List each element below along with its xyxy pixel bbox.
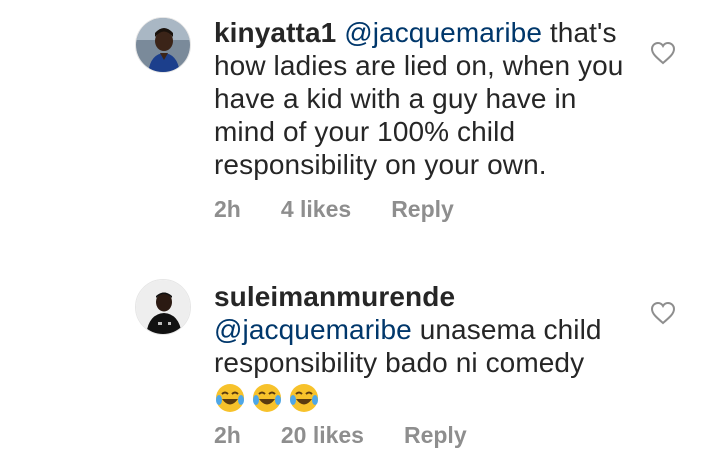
comment-likes[interactable]: 20 likes [281,422,364,449]
profile-photo-icon [136,280,190,334]
laughing-emoji-icon [290,383,318,412]
like-heart-icon[interactable] [650,301,676,325]
avatar[interactable] [135,17,191,73]
comment-meta: 2h 20 likes Reply [214,422,507,449]
profile-photo-icon [136,18,190,72]
mention-link[interactable]: @jacquemaribe [214,314,412,345]
comment-username[interactable]: suleimanmurende [214,281,455,312]
comment-likes[interactable]: 4 likes [281,196,351,223]
emoji-row [214,380,325,412]
comment-item: kinyatta1 @jacquemaribe that's how ladie… [0,0,720,240]
comment-text: kinyatta1 @jacquemaribe that's how ladie… [214,16,624,181]
comment-username[interactable]: kinyatta1 [214,17,336,48]
laughing-emoji-icon [253,383,281,412]
comment-time: 2h [214,196,241,222]
laughing-emoji-icon [216,383,244,412]
reply-button[interactable]: Reply [391,196,454,223]
avatar[interactable] [135,279,191,335]
mention-link[interactable]: @jacquemaribe [344,17,542,48]
comment-text: suleimanmurende @jacquemaribe unasema ch… [214,280,624,414]
comment-meta: 2h 4 likes Reply [214,196,494,223]
like-heart-icon[interactable] [650,41,676,65]
comment-item: suleimanmurende @jacquemaribe unasema ch… [0,262,720,462]
reply-button[interactable]: Reply [404,422,467,449]
comment-time: 2h [214,422,241,448]
